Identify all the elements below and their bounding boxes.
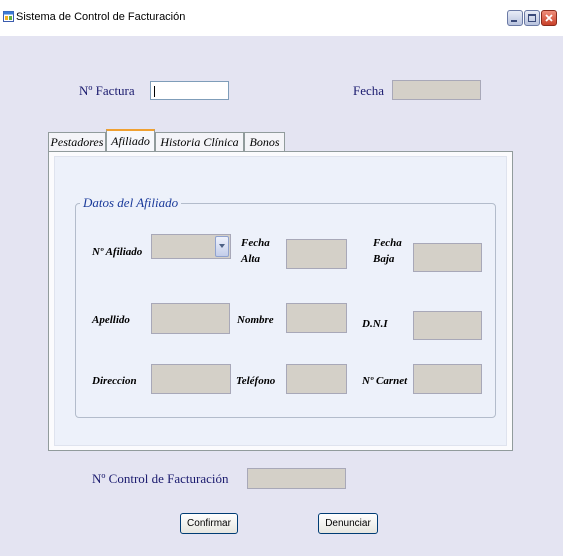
app-window-icon (3, 11, 14, 22)
main-window: Sistema de Control de Facturación Nº Fac… (0, 0, 563, 556)
nro-afiliado-label: Nº Afiliado (92, 246, 143, 258)
window-title: Sistema de Control de Facturación (16, 11, 186, 23)
fecha-alta-label-line1: Fecha (241, 237, 270, 249)
minimize-icon (511, 20, 517, 22)
telefono-field[interactable] (286, 364, 347, 394)
title-bar[interactable]: Sistema de Control de Facturación (0, 0, 563, 36)
nro-carnet-field[interactable] (413, 364, 482, 394)
apellido-label: Apellido (92, 314, 130, 326)
fecha-baja-field[interactable] (413, 243, 482, 272)
nro-afiliado-combo[interactable] (151, 234, 231, 259)
fecha-baja-label-line1: Fecha (373, 237, 402, 249)
factura-input[interactable] (150, 81, 229, 100)
fecha-alta-label-line2: Alta (241, 253, 260, 265)
tab-afiliado[interactable]: Afiliado (106, 129, 155, 152)
nombre-field[interactable] (286, 303, 347, 333)
combo-dropdown-button[interactable] (215, 236, 229, 257)
fecha-field[interactable] (392, 80, 481, 100)
control-facturacion-label: Nº Control de Facturación (92, 471, 229, 486)
dni-label: D.N.I (362, 318, 388, 330)
maximize-button[interactable] (524, 10, 540, 26)
group-legend: Datos del Afiliado (80, 195, 182, 211)
nombre-label: Nombre (237, 314, 274, 326)
tab-historia-clinica[interactable]: Historia Clínica (155, 132, 244, 151)
factura-label: Nº Factura (79, 83, 135, 98)
denunciar-button[interactable]: Denunciar (318, 513, 378, 534)
telefono-label: Teléfono (236, 375, 276, 387)
control-facturacion-field[interactable] (247, 468, 346, 489)
tab-bonos[interactable]: Bonos (244, 132, 285, 151)
tab-pestadores[interactable]: Pestadores (48, 132, 106, 151)
fecha-baja-label-line2: Baja (373, 253, 395, 265)
nro-carnet-label: Nº Carnet (362, 375, 408, 387)
text-caret (154, 86, 155, 97)
chevron-down-icon (219, 244, 225, 248)
maximize-icon (528, 14, 536, 22)
close-button[interactable] (541, 10, 557, 26)
direccion-field[interactable] (151, 364, 231, 394)
minimize-button[interactable] (507, 10, 523, 26)
fecha-alta-field[interactable] (286, 239, 347, 269)
confirmar-button[interactable]: Confirmar (180, 513, 238, 534)
direccion-label: Direccion (92, 375, 137, 387)
close-icon (545, 14, 553, 22)
fecha-label: Fecha (353, 83, 385, 98)
apellido-field[interactable] (151, 303, 230, 334)
dni-field[interactable] (413, 311, 482, 340)
